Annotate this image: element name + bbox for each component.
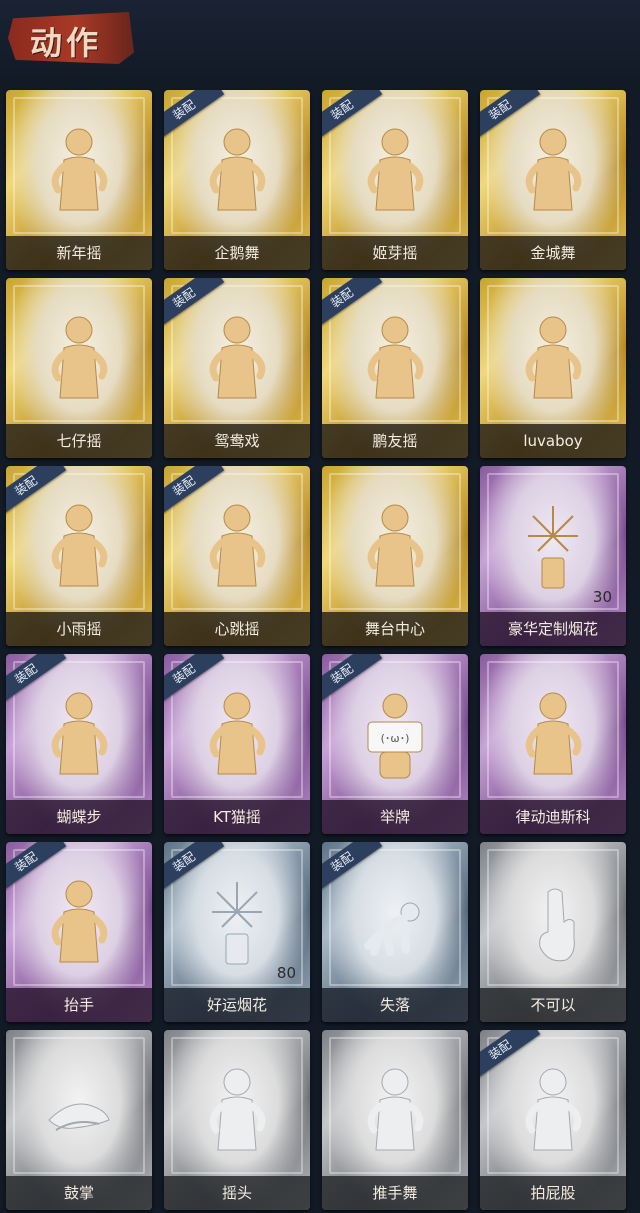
- hand-icon: [518, 872, 588, 972]
- dancer-icon: [44, 120, 114, 220]
- dancer-icon: [44, 684, 114, 784]
- card-label: 律动迪斯科: [480, 800, 626, 834]
- card-label: 姬芽摇: [322, 236, 468, 270]
- card-label: 鸳鸯戏: [164, 424, 310, 458]
- action-card[interactable]: 新年摇: [6, 90, 152, 270]
- card-label: 七仔摇: [6, 424, 152, 458]
- card-label: 推手舞: [322, 1176, 468, 1210]
- card-label: 失落: [322, 988, 468, 1022]
- action-card[interactable]: 装配 鹏友摇: [322, 278, 468, 458]
- action-card[interactable]: 舞台中心: [322, 466, 468, 646]
- header: 动作: [0, 0, 640, 82]
- card-label: 小雨摇: [6, 612, 152, 646]
- action-card[interactable]: 摇头: [164, 1030, 310, 1210]
- card-label: 举牌: [322, 800, 468, 834]
- card-label: 心跳摇: [164, 612, 310, 646]
- card-label: 蝴蝶步: [6, 800, 152, 834]
- item-count: 80: [276, 964, 296, 982]
- card-label: 不可以: [480, 988, 626, 1022]
- action-card[interactable]: 装配 失落: [322, 842, 468, 1022]
- dancer-icon: [518, 1060, 588, 1160]
- item-count: 30: [592, 588, 612, 606]
- card-label: 舞台中心: [322, 612, 468, 646]
- card-label: luvaboy: [480, 424, 626, 458]
- action-card[interactable]: 律动迪斯科: [480, 654, 626, 834]
- action-card[interactable]: 装配 姬芽摇: [322, 90, 468, 270]
- dancer-icon: [202, 120, 272, 220]
- action-card[interactable]: 推手舞: [322, 1030, 468, 1210]
- action-card[interactable]: 装配 抬手: [6, 842, 152, 1022]
- action-card[interactable]: 装配 心跳摇: [164, 466, 310, 646]
- card-label: 拍屁股: [480, 1176, 626, 1210]
- dancer-icon: [202, 308, 272, 408]
- action-grid: 新年摇 装配 企鹅舞 装配 姬芽摇 装配 金城舞 七仔摇 装配 鸳鸯戏 装配 鹏友摇 lu…: [6, 90, 636, 1210]
- dancer-icon: [518, 684, 588, 784]
- action-card[interactable]: 装配 企鹅舞: [164, 90, 310, 270]
- dancer-icon: [44, 308, 114, 408]
- dancer-icon: [44, 496, 114, 596]
- action-card[interactable]: 装配 80 好运烟花: [164, 842, 310, 1022]
- action-card[interactable]: luvaboy: [480, 278, 626, 458]
- dancer-icon: [518, 308, 588, 408]
- action-card[interactable]: 装配 金城舞: [480, 90, 626, 270]
- card-label: 鼓掌: [6, 1176, 152, 1210]
- card-label: 鹏友摇: [322, 424, 468, 458]
- action-card[interactable]: 装配 蝴蝶步: [6, 654, 152, 834]
- svg-text:(･ω･): (･ω･): [381, 732, 410, 745]
- dancer-icon: [360, 496, 430, 596]
- firework-icon: [202, 872, 272, 972]
- page-title: 动作: [30, 24, 103, 62]
- action-card[interactable]: 30 豪华定制烟花: [480, 466, 626, 646]
- dancer-icon: [44, 872, 114, 972]
- action-card[interactable]: 不可以: [480, 842, 626, 1022]
- card-label: 企鹅舞: [164, 236, 310, 270]
- action-card[interactable]: (･ω･) 装配 举牌: [322, 654, 468, 834]
- card-label: 新年摇: [6, 236, 152, 270]
- action-card[interactable]: 装配 小雨摇: [6, 466, 152, 646]
- crawl-icon: [360, 872, 430, 972]
- card-label: 抬手: [6, 988, 152, 1022]
- action-card[interactable]: 鼓掌: [6, 1030, 152, 1210]
- dancer-icon: [360, 308, 430, 408]
- dancer-icon: [202, 496, 272, 596]
- firework-icon: [518, 496, 588, 596]
- action-card[interactable]: 装配 KT猫摇: [164, 654, 310, 834]
- clap-icon: [44, 1060, 114, 1160]
- card-label: KT猫摇: [164, 800, 310, 834]
- action-card[interactable]: 装配 拍屁股: [480, 1030, 626, 1210]
- sign-icon: (･ω･): [360, 684, 430, 784]
- dancer-icon: [202, 1060, 272, 1160]
- action-card[interactable]: 装配 鸳鸯戏: [164, 278, 310, 458]
- dancer-icon: [360, 1060, 430, 1160]
- card-label: 金城舞: [480, 236, 626, 270]
- card-label: 摇头: [164, 1176, 310, 1210]
- dancer-icon: [360, 120, 430, 220]
- dancer-icon: [202, 684, 272, 784]
- card-label: 好运烟花: [164, 988, 310, 1022]
- dancer-icon: [518, 120, 588, 220]
- card-label: 豪华定制烟花: [480, 612, 626, 646]
- action-card[interactable]: 七仔摇: [6, 278, 152, 458]
